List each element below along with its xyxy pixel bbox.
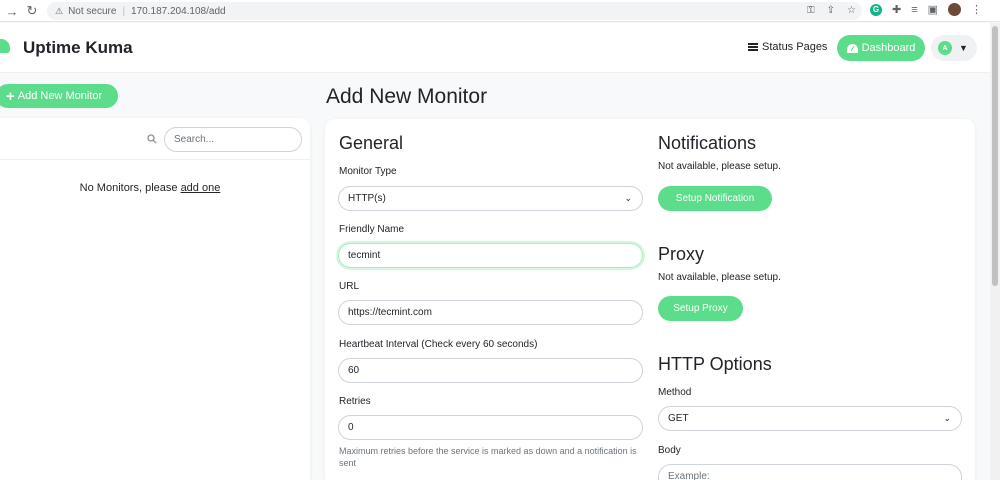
add-monitor-form: General Monitor Type HTTP(s) ⌄ Friendly …	[325, 119, 975, 480]
method-label: Method	[658, 387, 692, 398]
profile-dropdown[interactable]: A ▼	[931, 35, 977, 61]
logo-icon	[0, 39, 10, 53]
chevron-down-icon: ▼	[959, 43, 968, 53]
chevron-down-icon: ⌄	[943, 413, 951, 423]
page-scrollbar[interactable]	[990, 23, 1000, 480]
body-placeholder: Example:	[668, 471, 710, 480]
body-textarea[interactable]: Example:	[658, 464, 962, 480]
proxy-heading: Proxy	[658, 244, 705, 264]
monitor-type-label: Monitor Type	[339, 166, 397, 177]
retries-label: Retries	[339, 396, 371, 407]
dashboard-label: Dashboard	[861, 42, 916, 54]
security-label: Not secure	[68, 5, 117, 17]
add-new-monitor-button[interactable]: + Add New Monitor	[0, 84, 118, 108]
extensions-puzzle-icon[interactable]: ✚	[892, 3, 901, 16]
page-title: Add New Monitor	[326, 85, 488, 108]
browser-profile-avatar[interactable]	[948, 3, 962, 16]
http-options-heading: HTTP Options	[658, 354, 772, 374]
retries-value: 0	[348, 422, 354, 433]
setup-notification-button[interactable]: Setup Notification	[658, 186, 772, 211]
reload-icon[interactable]: ↻	[22, 1, 42, 21]
general-heading: General	[339, 133, 404, 153]
status-pages-label: Status Pages	[762, 41, 828, 53]
warning-icon: ⚠	[55, 5, 64, 16]
plus-icon: +	[6, 87, 15, 105]
url-value: https://tecmint.com	[348, 307, 432, 318]
add-new-monitor-label: Add New Monitor	[17, 90, 103, 102]
gauge-icon	[846, 43, 858, 53]
side-panel-icon[interactable]: ▣	[928, 3, 938, 16]
search-icon	[147, 134, 157, 144]
monitor-list-panel: No Monitors, please add one	[0, 118, 310, 480]
search-row	[0, 118, 310, 160]
notifications-status: Not available, please setup.	[658, 161, 781, 172]
browser-menu-icon[interactable]: ⋮	[971, 3, 982, 16]
address-separator: |	[122, 5, 126, 17]
bookmark-star-icon[interactable]: ☆	[847, 5, 856, 16]
browser-toolbar: → ↻ ⚠ Not secure | 170.187.204.108/add ⚿…	[0, 0, 1000, 22]
retries-input[interactable]: 0	[338, 415, 643, 440]
dashboard-button[interactable]: Dashboard	[837, 35, 925, 61]
monitor-type-value: HTTP(s)	[348, 193, 386, 204]
proxy-status: Not available, please setup.	[658, 272, 781, 283]
status-pages-link[interactable]: Status Pages	[748, 41, 827, 53]
heartbeat-interval-label: Heartbeat Interval (Check every 60 secon…	[339, 339, 538, 350]
avatar: A	[938, 41, 952, 55]
share-icon[interactable]: ⇪	[827, 5, 835, 16]
retries-hint: Maximum retries before the service is ma…	[339, 446, 637, 468]
monitor-type-select[interactable]: HTTP(s) ⌄	[338, 186, 643, 211]
heartbeat-interval-value: 60	[348, 365, 360, 376]
address-bar[interactable]: ⚠ Not secure | 170.187.204.108/add ⚿ ⇪ ☆	[47, 2, 862, 20]
forward-icon[interactable]: →	[2, 1, 22, 21]
chevron-down-icon: ⌄	[624, 193, 632, 203]
friendly-name-input[interactable]: tecmint	[338, 243, 643, 268]
url-label: URL	[339, 281, 360, 292]
app-header: Uptime Kuma Status Pages Dashboard A ▼	[0, 23, 990, 73]
scrollbar-thumb[interactable]	[992, 26, 998, 286]
search-input[interactable]	[164, 127, 302, 152]
friendly-name-label: Friendly Name	[339, 224, 405, 235]
reading-list-icon[interactable]: ≡	[911, 4, 917, 16]
setup-proxy-button[interactable]: Setup Proxy	[658, 296, 743, 321]
list-icon	[748, 43, 758, 51]
brand-title[interactable]: Uptime Kuma	[23, 38, 133, 58]
friendly-name-value: tecmint	[348, 250, 381, 261]
url-text: 170.187.204.108/add	[131, 5, 226, 17]
grammarly-extension-icon[interactable]: G	[870, 3, 882, 16]
body-label: Body	[658, 445, 681, 456]
empty-state: No Monitors, please add one	[0, 182, 310, 194]
key-icon[interactable]: ⚿	[807, 5, 815, 16]
method-select[interactable]: GET ⌄	[658, 406, 962, 431]
url-input[interactable]: https://tecmint.com	[338, 300, 643, 325]
add-one-link[interactable]: add one	[181, 182, 221, 194]
heartbeat-interval-input[interactable]: 60	[338, 358, 643, 383]
empty-state-text: No Monitors, please	[79, 182, 178, 194]
method-value: GET	[668, 413, 689, 424]
notifications-heading: Notifications	[658, 133, 757, 153]
